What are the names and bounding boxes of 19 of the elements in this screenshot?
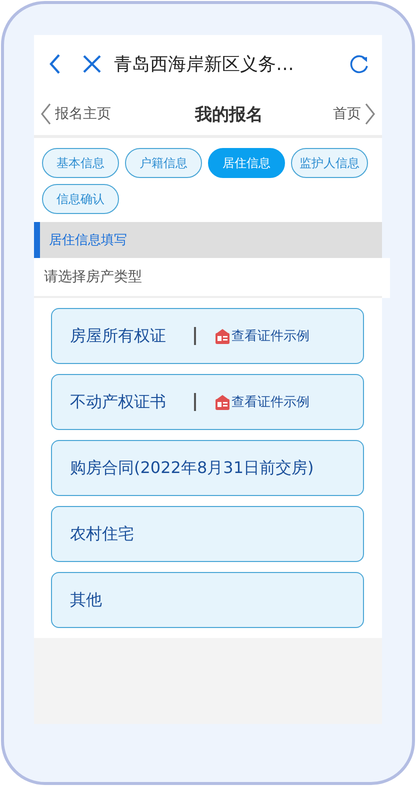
back-link[interactable]: 报名主页 (40, 103, 111, 125)
option-button[interactable]: 房屋所有权证 查看证件示例 (51, 308, 364, 364)
example-link[interactable]: 查看证件示例 (214, 393, 310, 411)
home-link[interactable]: 首页 (333, 103, 376, 125)
option-button[interactable]: 农村住宅 (51, 506, 364, 562)
nav-title: 我的报名 (195, 104, 263, 126)
chevron-left-icon (40, 103, 52, 125)
chevron-right-icon (364, 103, 376, 125)
id-card-icon (214, 394, 230, 410)
example-link[interactable]: 查看证件示例 (214, 327, 310, 345)
back-icon[interactable] (48, 53, 62, 75)
section-title: 居住信息填写 (49, 232, 127, 249)
page-title: 青岛西海岸新区义务… (114, 53, 295, 76)
close-icon[interactable] (82, 54, 102, 74)
id-card-icon (214, 328, 230, 344)
option-button[interactable]: 不动产权证书 查看证件示例 (51, 374, 364, 430)
option-button[interactable]: 其他 (51, 572, 364, 628)
refresh-icon[interactable] (348, 53, 370, 75)
option-button[interactable]: 购房合同(2022年8月31日前交房) (51, 440, 364, 496)
